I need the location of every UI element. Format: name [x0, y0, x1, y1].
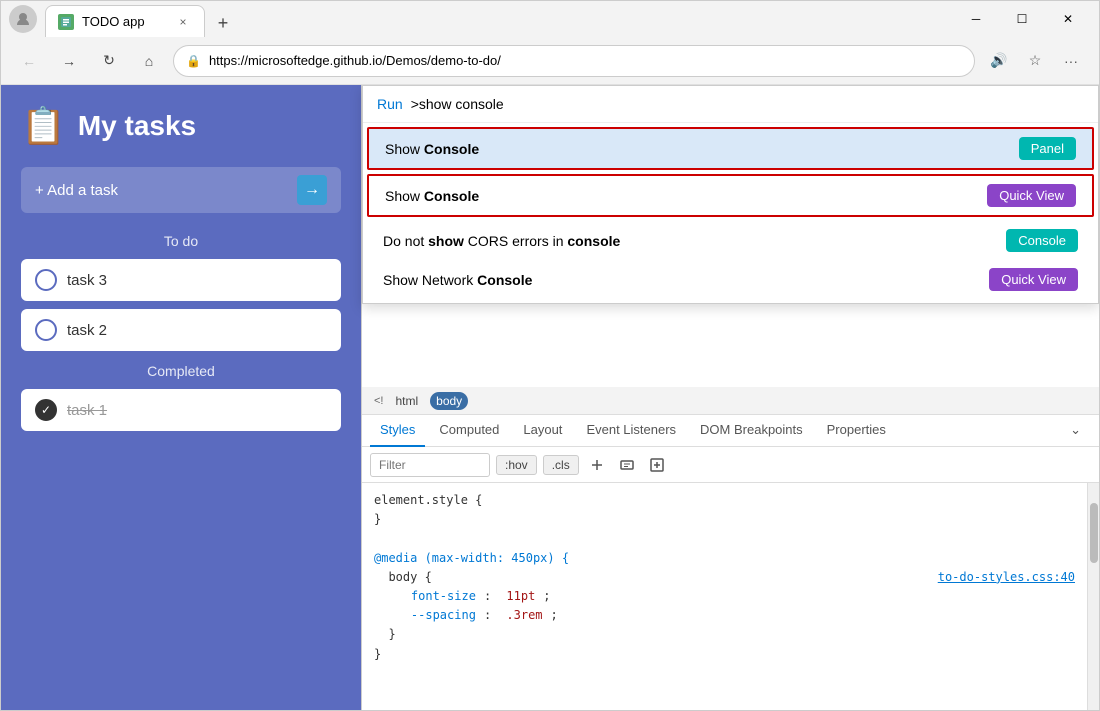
- task-checkbox-3[interactable]: [35, 269, 57, 291]
- command-result-3-badge[interactable]: Console: [1006, 229, 1078, 252]
- task-text-1: task 1: [67, 402, 327, 419]
- html-breadcrumb: <! html body: [362, 387, 1099, 415]
- command-input[interactable]: [411, 96, 1084, 112]
- tab-styles[interactable]: Styles: [370, 415, 425, 447]
- code-line-3: @media (max-width: 450px) {: [374, 549, 1075, 568]
- back-button[interactable]: ←: [13, 45, 45, 77]
- command-result-3-text: Do not show CORS errors in console: [383, 233, 1006, 249]
- bottom-panel: <! html body Styles Computed Layout Even…: [362, 387, 1099, 710]
- tab-layout[interactable]: Layout: [513, 415, 572, 447]
- url-text: https://microsoftedge.github.io/Demos/de…: [209, 53, 962, 68]
- active-tab[interactable]: TODO app ×: [45, 5, 205, 37]
- tab-more[interactable]: ⌄: [1060, 415, 1091, 447]
- forward-button[interactable]: →: [53, 45, 85, 77]
- command-result-2-text: Show Console: [385, 188, 987, 204]
- task-text-3: task 3: [67, 272, 327, 289]
- breadcrumb-html[interactable]: html: [389, 392, 424, 410]
- refresh-button[interactable]: ↻: [93, 45, 125, 77]
- command-result-1-text: Show Console: [385, 141, 1019, 157]
- add-task-arrow[interactable]: →: [297, 175, 327, 205]
- title-bar: TODO app × + ─ ☐ ✕: [1, 1, 1099, 37]
- tab-close-button[interactable]: ×: [174, 13, 192, 31]
- code-area: element.style { } @media (max-width: 450…: [362, 483, 1087, 710]
- tab-bar: TODO app × +: [45, 1, 945, 37]
- code-scrollable: element.style { } @media (max-width: 450…: [362, 483, 1099, 710]
- add-task-row[interactable]: + Add a task →: [21, 167, 341, 213]
- command-result-2-badge[interactable]: Quick View: [987, 184, 1076, 207]
- code-line-1: element.style {: [374, 491, 1075, 510]
- tab-favicon: [58, 14, 74, 30]
- command-result-4[interactable]: Show Network Console Quick View: [363, 260, 1098, 299]
- command-result-3[interactable]: Do not show CORS errors in console Conso…: [363, 221, 1098, 260]
- new-tab-button[interactable]: +: [209, 9, 237, 37]
- command-result-4-badge[interactable]: Quick View: [989, 268, 1078, 291]
- stylesheet-link[interactable]: to-do-styles.css:40: [938, 568, 1075, 587]
- code-line-6: --spacing : .3rem ;: [374, 606, 1075, 625]
- code-line-8: }: [374, 645, 1075, 664]
- scrollbar-thumb[interactable]: [1090, 503, 1098, 563]
- address-input[interactable]: 🔒 https://microsoftedge.github.io/Demos/…: [173, 45, 975, 77]
- minimize-button[interactable]: ─: [953, 1, 999, 37]
- tab-dom-breakpoints[interactable]: DOM Breakpoints: [690, 415, 813, 447]
- task-item-1[interactable]: ✓ task 1: [21, 389, 341, 431]
- lock-icon: 🔒: [186, 54, 201, 68]
- element-state-button[interactable]: [615, 453, 639, 477]
- tab-properties[interactable]: Properties: [817, 415, 896, 447]
- code-line-5: font-size : 11pt ;: [374, 587, 1075, 606]
- code-line-empty: [374, 529, 1075, 548]
- task-checkbox-2[interactable]: [35, 319, 57, 341]
- tab-computed[interactable]: Computed: [429, 415, 509, 447]
- code-line-7: }: [374, 625, 1075, 644]
- scrollbar-track[interactable]: [1087, 483, 1099, 710]
- home-button[interactable]: ⌂: [133, 45, 165, 77]
- command-result-2[interactable]: Show Console Quick View: [367, 174, 1094, 217]
- command-result-1[interactable]: Show Console Panel: [367, 127, 1094, 170]
- devtools-panel: Elements ··· ? ✕: [361, 85, 1099, 710]
- new-style-rule-button[interactable]: [645, 453, 669, 477]
- address-bar: ← → ↻ ⌂ 🔒 https://microsoftedge.github.i…: [1, 37, 1099, 85]
- todo-section-label: To do: [21, 233, 341, 249]
- todo-app: 📋 My tasks + Add a task → To do task 3 t…: [1, 85, 361, 710]
- run-label: Run: [377, 96, 403, 112]
- panel-tabs: Styles Computed Layout Event Listeners D…: [362, 415, 1099, 447]
- filter-input[interactable]: [370, 453, 490, 477]
- tab-event-listeners[interactable]: Event Listeners: [576, 415, 686, 447]
- task-text-2: task 2: [67, 322, 327, 339]
- read-aloud-button[interactable]: 🔊: [983, 45, 1015, 77]
- task-checkbox-1[interactable]: ✓: [35, 399, 57, 421]
- window-close-button[interactable]: ✕: [1045, 1, 1091, 37]
- todo-header: 📋 My tasks: [21, 105, 341, 147]
- window-controls-left: [9, 5, 37, 33]
- add-task-text: + Add a task: [35, 182, 287, 199]
- filter-cls-tag[interactable]: .cls: [543, 455, 579, 475]
- breadcrumb-body[interactable]: body: [430, 392, 468, 410]
- window-controls-right: ─ ☐ ✕: [953, 1, 1091, 37]
- browser-window: TODO app × + ─ ☐ ✕ ← → ↻ ⌂ 🔒 https://mic…: [0, 0, 1100, 711]
- task-item-3[interactable]: task 3: [21, 259, 341, 301]
- user-avatar[interactable]: [9, 5, 37, 33]
- address-actions: 🔊 ☆ ···: [983, 45, 1087, 77]
- code-line-4: body { to-do-styles.css:40: [374, 568, 1075, 587]
- tab-title: TODO app: [82, 14, 166, 29]
- command-search-bar: Run: [363, 86, 1098, 123]
- command-palette: Run Show Console Panel Show Console Quic…: [362, 85, 1099, 304]
- code-line-2: }: [374, 510, 1075, 529]
- todo-title: My tasks: [78, 110, 196, 142]
- more-button[interactable]: ···: [1055, 45, 1087, 77]
- task-item-2[interactable]: task 2: [21, 309, 341, 351]
- command-result-1-badge[interactable]: Panel: [1019, 137, 1076, 160]
- completed-section-label: Completed: [21, 363, 341, 379]
- filter-row: :hov .cls: [362, 447, 1099, 483]
- maximize-button[interactable]: ☐: [999, 1, 1045, 37]
- favorites-button[interactable]: ☆: [1019, 45, 1051, 77]
- todo-icon: 📋: [21, 105, 66, 147]
- filter-hov-tag[interactable]: :hov: [496, 455, 537, 475]
- command-result-4-text: Show Network Console: [383, 272, 989, 288]
- add-style-rule-button[interactable]: [585, 453, 609, 477]
- main-content: 📋 My tasks + Add a task → To do task 3 t…: [1, 85, 1099, 710]
